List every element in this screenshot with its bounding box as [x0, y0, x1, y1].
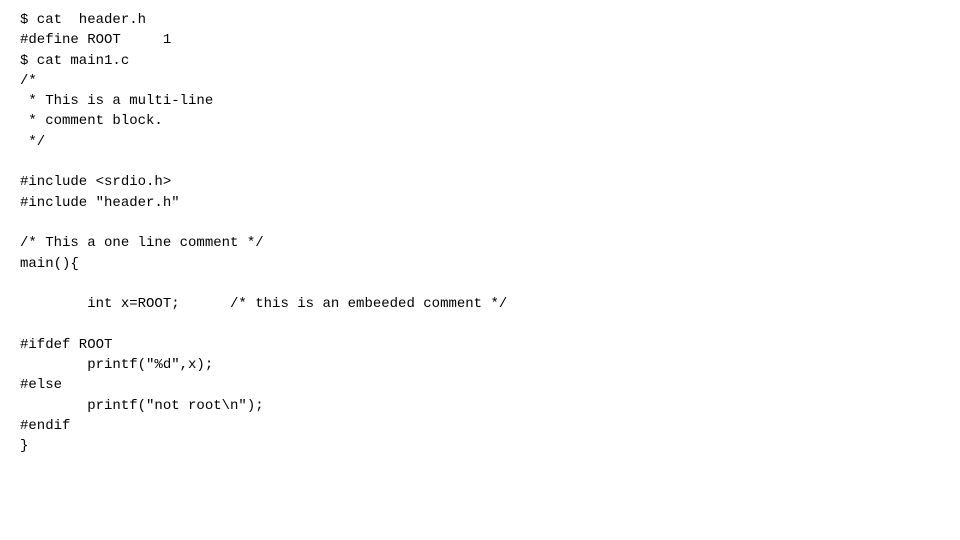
code-display: $ cat header.h#define ROOT 1$ cat main1.…: [0, 0, 960, 467]
code-line-l9: #include <srdio.h>: [20, 172, 940, 192]
code-line-l5: * This is a multi-line: [20, 91, 940, 111]
code-line-l11: [20, 213, 940, 233]
code-line-l18: printf("%d",x);: [20, 355, 940, 375]
code-line-l10: #include "header.h": [20, 193, 940, 213]
code-line-l21: #endif: [20, 416, 940, 436]
code-line-l16: [20, 314, 940, 334]
code-line-l2: #define ROOT 1: [20, 30, 940, 50]
code-line-l7: */: [20, 132, 940, 152]
code-line-l3: $ cat main1.c: [20, 51, 940, 71]
code-line-l13: main(){: [20, 254, 940, 274]
code-line-l1: $ cat header.h: [20, 10, 940, 30]
code-line-l4: /*: [20, 71, 940, 91]
code-line-l12: /* This a one line comment */: [20, 233, 940, 253]
code-line-l17: #ifdef ROOT: [20, 335, 940, 355]
code-line-l6: * comment block.: [20, 111, 940, 131]
code-line-l14: [20, 274, 940, 294]
code-line-l8: [20, 152, 940, 172]
code-line-l20: printf("not root\n");: [20, 396, 940, 416]
code-line-l19: #else: [20, 375, 940, 395]
code-line-l15: int x=ROOT; /* this is an embeeded comme…: [20, 294, 940, 314]
code-line-l22: }: [20, 436, 940, 456]
